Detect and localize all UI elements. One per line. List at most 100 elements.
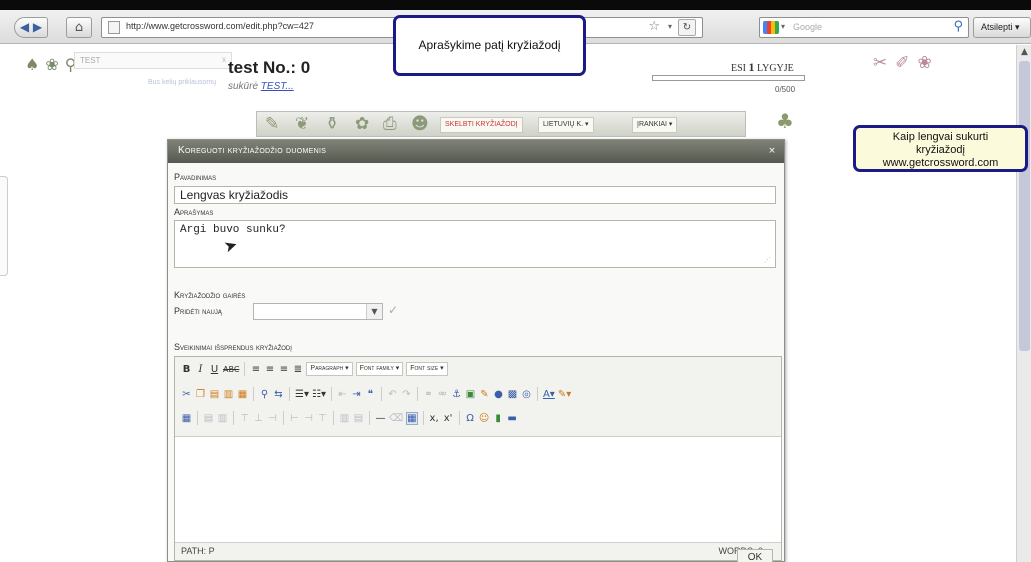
home-icon[interactable]: ⌂ (66, 17, 92, 38)
numbered-list-icon[interactable]: ☷▾ (312, 389, 326, 400)
scroll-up-icon[interactable]: ▲ (1017, 45, 1031, 60)
crossword-title-input[interactable]: Lengvas kryžiažodis (174, 186, 776, 204)
tools-menu-button[interactable]: ĮRANKIAI ▾ (632, 117, 678, 133)
text-color-icon[interactable]: A▾ (543, 389, 555, 400)
split-cells-icon[interactable]: ▥ (339, 413, 350, 424)
back-forward-icon[interactable]: ◀ ▶ (14, 17, 48, 38)
background-color-icon[interactable]: ✎▾ (558, 389, 571, 400)
cell-properties-icon[interactable]: ▥ (217, 413, 228, 424)
align-left-icon[interactable]: ≡ (250, 364, 261, 375)
merge-cells-icon[interactable]: ▤ (353, 413, 364, 424)
align-center-icon[interactable]: ≡ (264, 364, 275, 375)
underline-icon[interactable]: U (209, 364, 220, 375)
url-text[interactable]: http://www.getcrossword.com/edit.php?cw=… (126, 21, 314, 31)
bookmarks-button[interactable]: Atsilepti ▾ (973, 17, 1031, 38)
copy-icon[interactable]: ❐ (195, 389, 206, 400)
clear-input-icon[interactable]: x (222, 55, 226, 64)
page-scrollbar[interactable]: ▲ (1016, 45, 1031, 562)
delete-row-icon[interactable]: ⊣ (267, 413, 278, 424)
bottle-icon[interactable]: ⚱ (325, 114, 339, 134)
edit-crossword-dialog: Koreguoti kryžiažodžio duomenis × Pavadi… (167, 139, 785, 562)
align-justify-icon[interactable]: ≣ (292, 364, 303, 375)
left-side-tab[interactable] (0, 176, 8, 276)
superscript-icon[interactable]: x' (443, 413, 454, 424)
chevron-down-icon[interactable]: ▼ (366, 304, 382, 319)
reload-icon[interactable]: ↻ (678, 19, 696, 36)
special-char-icon[interactable]: Ω (465, 413, 476, 424)
callout-line-2: kryžiažodį (916, 144, 965, 156)
site-icon-toolbar: ✎ ❦ ⚱ ✿ ⎙ ☻ SKELBTI KRYŽIAŽODĮ LIETUVIŲ … (256, 111, 746, 137)
insert-row-before-icon[interactable]: ⊤ (239, 413, 250, 424)
paste-text-icon[interactable]: ▥ (223, 389, 234, 400)
outdent-icon[interactable]: ⇤ (337, 389, 348, 400)
people-icon[interactable]: ☻ (411, 114, 429, 134)
search-engine-dropdown-icon[interactable]: ▾ (781, 22, 785, 31)
cleanup-icon[interactable]: ✎ (479, 389, 490, 400)
cut-icon[interactable]: ✂ (181, 389, 192, 400)
publish-crossword-button[interactable]: SKELBTI KRYŽIAŽODĮ (440, 117, 523, 133)
insert-col-after-icon[interactable]: ⊣ (303, 413, 314, 424)
visual-aid-icon[interactable]: ▦ (406, 411, 418, 425)
editor-toolbar-row-1: B I U ABC ≡ ≡ ≡ ≣ Paragraph ▾ Font famil… (181, 359, 448, 379)
replace-icon[interactable]: ⇆ (273, 389, 284, 400)
image-icon[interactable]: ▣ (465, 389, 476, 400)
print-icon[interactable]: ⎙ (383, 114, 397, 134)
toolbar-separator (283, 411, 284, 425)
strikethrough-icon[interactable]: ABC (223, 365, 239, 374)
bullet-list-icon[interactable]: ☰▾ (295, 389, 309, 400)
description-textarea[interactable]: Argi buvo sunku? ⋰ (174, 220, 776, 268)
callout-line-1: Kaip lengvai sukurti (892, 131, 989, 143)
delete-col-icon[interactable]: ⊤ (317, 413, 328, 424)
google-logo-icon[interactable] (763, 21, 779, 34)
guideline-select[interactable]: ▼ (253, 303, 383, 320)
paste-icon[interactable]: ▤ (209, 389, 220, 400)
author-link[interactable]: TEST... (261, 81, 294, 92)
bold-icon[interactable]: B (181, 364, 192, 375)
unlink-icon[interactable]: ⚮ (437, 389, 448, 400)
emoticon-icon[interactable]: ☺ (479, 413, 490, 424)
flower-icon[interactable]: ✿ (355, 114, 369, 134)
search-icon[interactable]: ⚲ (953, 19, 963, 34)
paragraph-select[interactable]: Paragraph ▾ (306, 362, 353, 376)
bookmark-star-icon[interactable]: ☆ (648, 19, 660, 34)
undo-icon[interactable]: ↶ (387, 389, 398, 400)
find-icon[interactable]: ⚲ (259, 389, 270, 400)
insert-col-before-icon[interactable]: ⊢ (289, 413, 300, 424)
horizontal-rule-icon[interactable]: — (375, 413, 386, 424)
search-bar[interactable]: ▾ Google ⚲ (759, 17, 969, 38)
insert-row-after-icon[interactable]: ⊥ (253, 413, 264, 424)
remove-format-icon[interactable]: ⌫ (389, 413, 403, 424)
guidelines-label: Kryžiažodžio gairės (174, 290, 246, 300)
font-family-select[interactable]: Font family ▾ (355, 362, 404, 376)
resize-grip-icon[interactable]: ⋰ (764, 256, 771, 265)
close-icon[interactable]: × (766, 145, 778, 157)
paste-word-icon[interactable]: ▦ (237, 389, 248, 400)
search-placeholder[interactable]: Google (793, 22, 822, 32)
ok-button[interactable]: OK (737, 549, 773, 562)
subscript-icon[interactable]: x, (429, 413, 440, 424)
scroll-thumb[interactable] (1019, 61, 1030, 351)
help-icon[interactable]: ● (493, 389, 504, 400)
html-source-icon[interactable]: ▩ (507, 389, 518, 400)
more-options-icon[interactable]: ▬ (507, 413, 518, 424)
row-properties-icon[interactable]: ▤ (203, 413, 214, 424)
font-size-select[interactable]: Font size ▾ (406, 362, 448, 376)
anchor-icon[interactable]: ⚓ (451, 389, 462, 400)
language-select-button[interactable]: LIETUVIŲ K. ▾ (538, 117, 594, 133)
link-icon[interactable]: ⚭ (423, 389, 434, 400)
leaf-icon[interactable]: ❦ (295, 114, 309, 134)
preview-icon[interactable]: ◎ (521, 389, 532, 400)
confirm-check-icon[interactable]: ✓ (388, 303, 398, 317)
editor-content-area[interactable] (175, 438, 781, 542)
blockquote-icon[interactable]: ❝ (365, 389, 376, 400)
italic-icon[interactable]: I (195, 364, 206, 375)
insert-table-icon[interactable]: ▦ (181, 413, 192, 424)
url-dropdown-icon[interactable]: ▾ (668, 22, 672, 31)
media-icon[interactable]: ▮ (493, 413, 504, 424)
redo-icon[interactable]: ↷ (401, 389, 412, 400)
crossword-name-input[interactable]: TEST x (74, 52, 232, 69)
pencil-icon[interactable]: ✎ (265, 114, 279, 134)
toolbar-separator (233, 411, 234, 425)
indent-icon[interactable]: ⇥ (351, 389, 362, 400)
align-right-icon[interactable]: ≡ (278, 364, 289, 375)
